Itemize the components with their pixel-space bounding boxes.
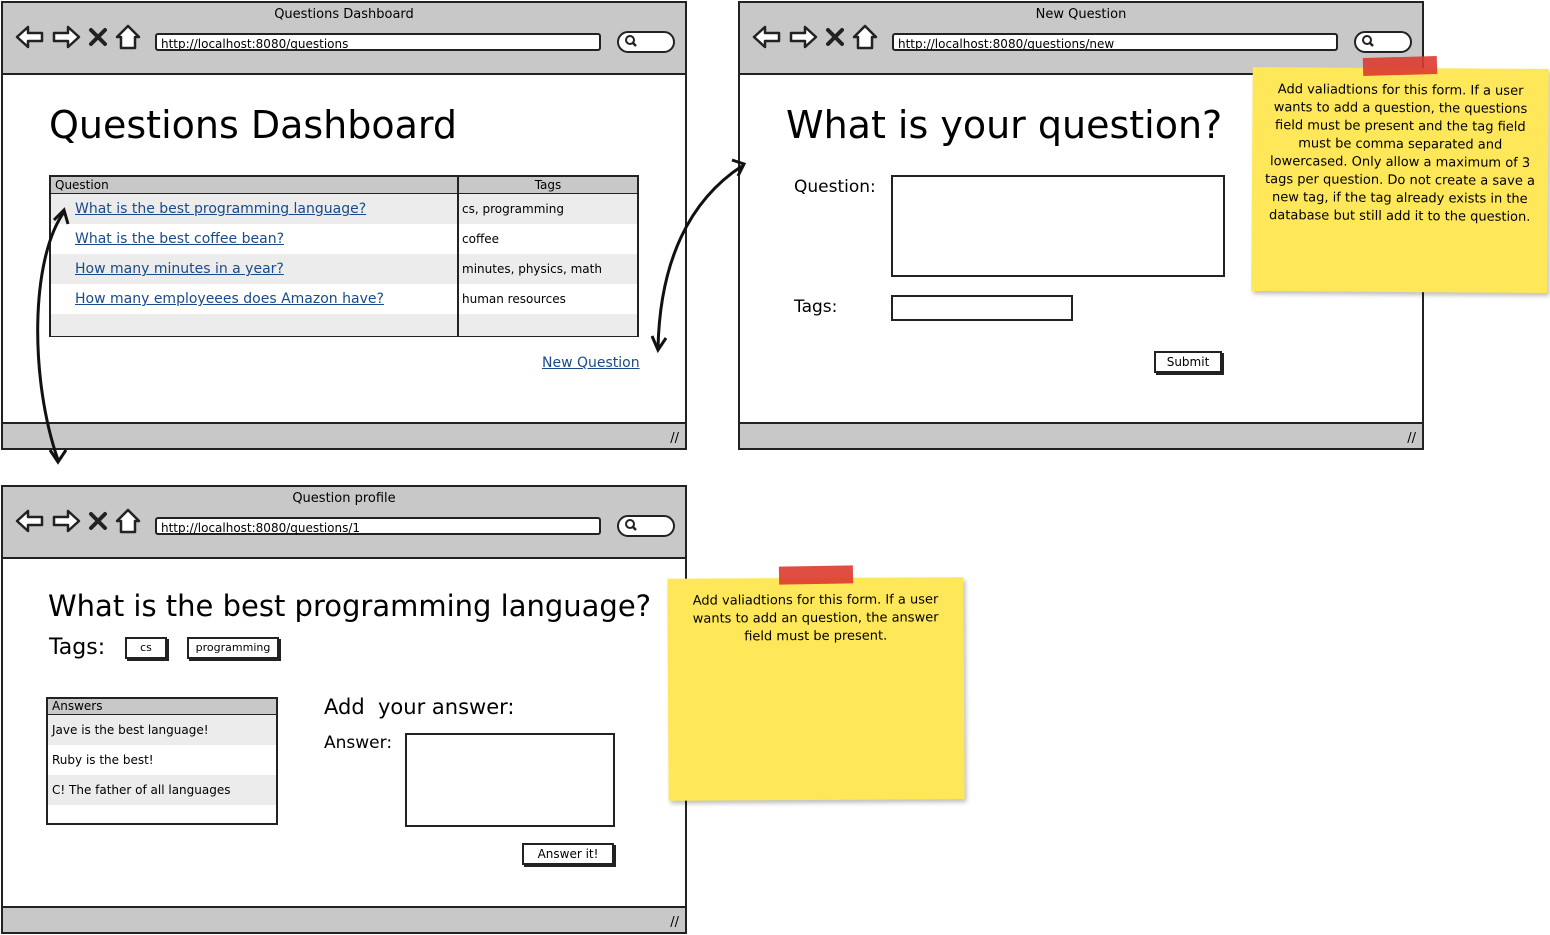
flow-arrow-dashboard-profile (36, 211, 66, 461)
flow-arrow-dashboard-new (656, 164, 743, 349)
flow-arrows (36, 158, 747, 465)
